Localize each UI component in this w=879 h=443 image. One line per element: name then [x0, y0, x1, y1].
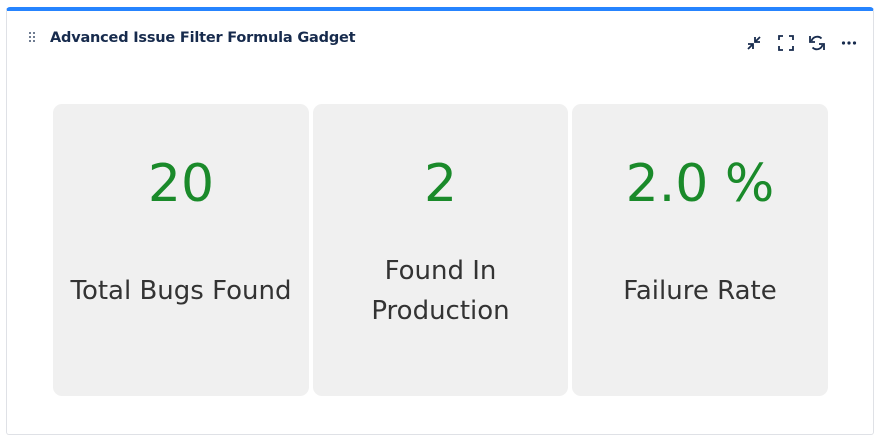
metric-value: 20 — [147, 154, 215, 214]
metric-label: Total Bugs Found — [70, 276, 292, 306]
gadget-header: Advanced Issue Filter Formula Gadget — [7, 11, 873, 67]
metric-card-total-bugs: 20 Total Bugs Found — [53, 104, 309, 396]
metric-value: 2 — [423, 154, 458, 214]
metric-label: Failure Rate — [623, 276, 777, 306]
refresh-button[interactable] — [807, 33, 827, 53]
more-button[interactable] — [839, 33, 859, 53]
gadget-panel: Advanced Issue Filter Formula Gadget 20 … — [6, 7, 874, 435]
metric-card-found-in-production: 2 Found In Production — [313, 104, 568, 396]
minimize-button[interactable] — [744, 33, 764, 53]
more-icon — [841, 41, 857, 45]
metric-label-line2: Production — [371, 296, 510, 326]
gadget-actions — [744, 33, 857, 53]
drag-handle-icon[interactable] — [29, 32, 37, 44]
fullscreen-icon — [778, 35, 794, 51]
metric-card-failure-rate: 2.0 % Failure Rate — [572, 104, 828, 396]
fullscreen-button[interactable] — [776, 33, 796, 53]
gadget-title: Advanced Issue Filter Formula Gadget — [50, 30, 356, 46]
refresh-icon — [809, 35, 825, 51]
metric-value: 2.0 % — [625, 154, 775, 214]
minimize-icon — [747, 36, 761, 50]
metric-label-line1: Found In — [384, 256, 497, 286]
